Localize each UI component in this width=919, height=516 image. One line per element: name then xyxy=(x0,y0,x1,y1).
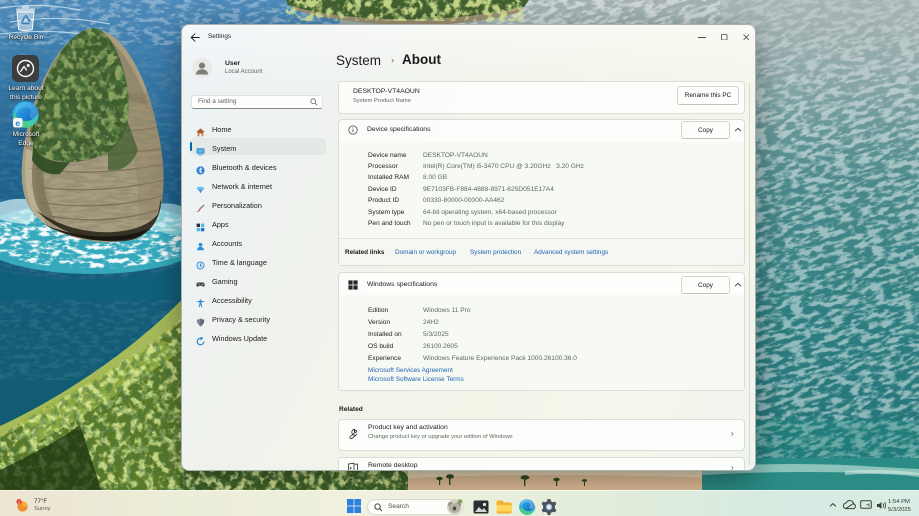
svg-text:e: e xyxy=(15,118,20,128)
